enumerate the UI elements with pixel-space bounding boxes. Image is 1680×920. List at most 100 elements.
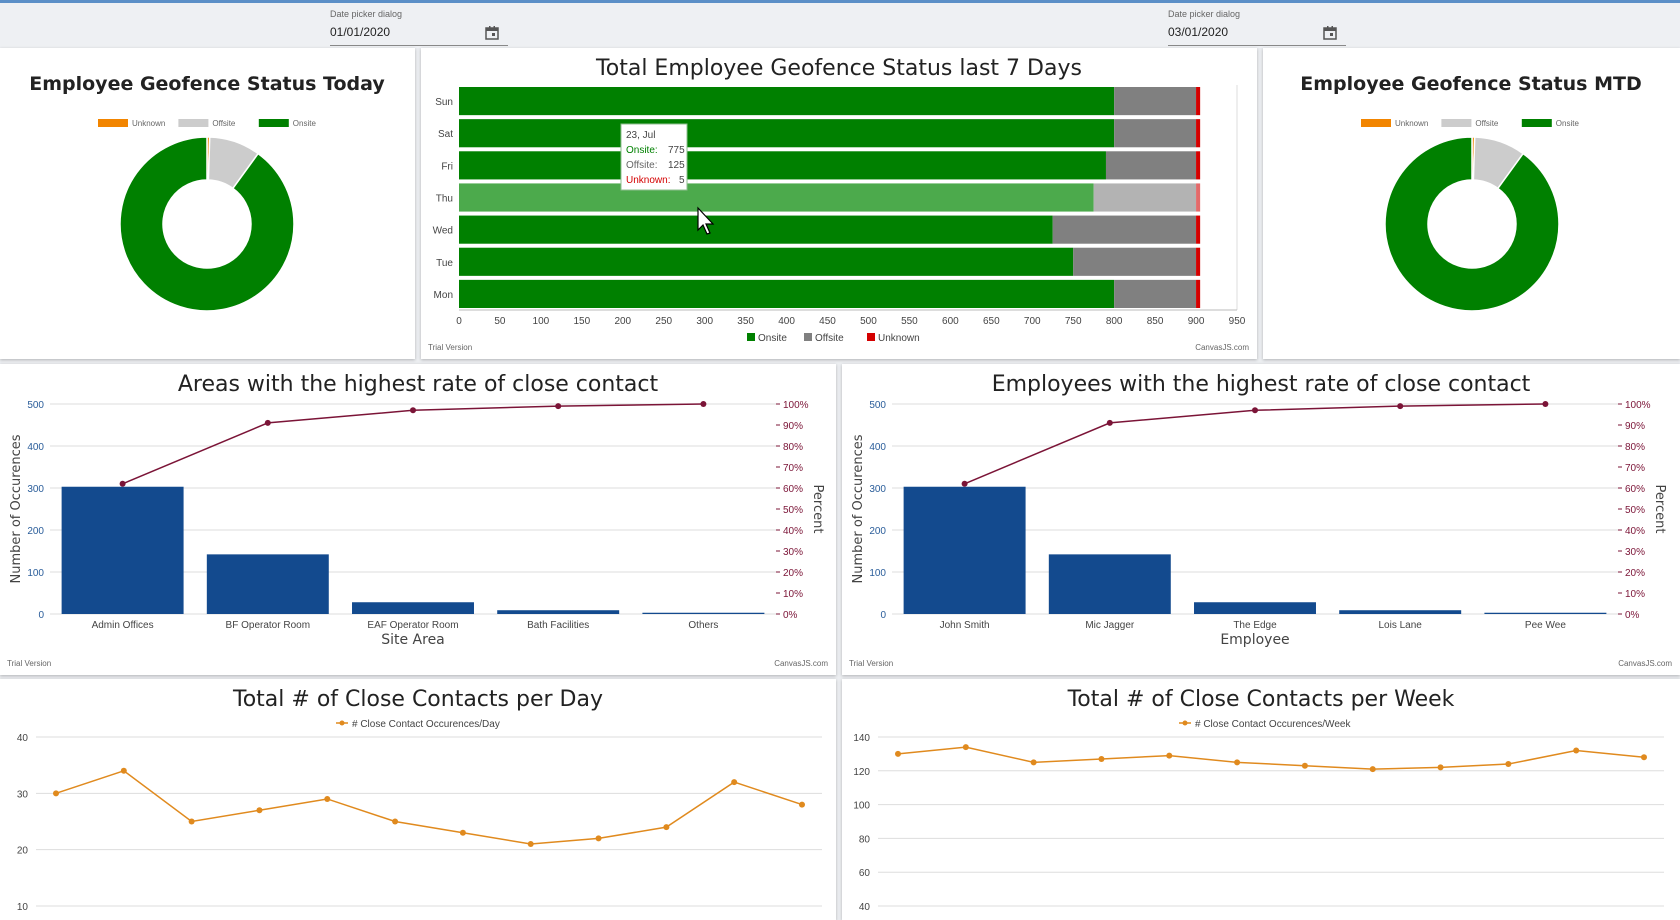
series-point[interactable] — [895, 750, 901, 757]
legend-label[interactable]: # Close Contact Occurences/Day — [352, 719, 500, 730]
pareto-point[interactable] — [264, 419, 271, 426]
bar-unknown-wed[interactable] — [1196, 215, 1201, 244]
pareto-point[interactable] — [1542, 401, 1549, 407]
pareto-point[interactable] — [1106, 419, 1113, 426]
bar-offsite-sat[interactable] — [1114, 119, 1197, 148]
series-point[interactable] — [1234, 759, 1241, 766]
series-point[interactable] — [962, 744, 969, 751]
employees-contact-card: Employees with the highest rate of close… — [842, 364, 1680, 675]
calendar-icon[interactable] — [1322, 25, 1338, 41]
bar[interactable] — [903, 486, 1026, 614]
x-tick-label: John Smith — [940, 620, 990, 631]
canvasjs-credit[interactable]: CanvasJS.com — [774, 659, 828, 668]
series-point[interactable] — [1098, 755, 1105, 762]
pareto-point[interactable] — [555, 403, 562, 410]
pareto-point[interactable] — [961, 480, 968, 487]
bar[interactable] — [352, 602, 474, 614]
bar[interactable] — [1484, 612, 1607, 614]
pareto-point[interactable] — [410, 407, 416, 414]
donut-slice-onsite[interactable] — [1384, 136, 1560, 312]
bar-unknown-fri[interactable] — [1196, 151, 1201, 180]
start-date-value[interactable]: 01/01/2020 — [330, 25, 390, 39]
series-point[interactable] — [188, 818, 195, 825]
donut-slice-onsite[interactable] — [119, 136, 295, 312]
series-point[interactable] — [1573, 747, 1580, 754]
bar[interactable] — [1048, 554, 1171, 614]
series-point[interactable] — [1166, 752, 1173, 759]
bar-onsite-tue[interactable] — [459, 247, 1074, 276]
areas-contact-plot[interactable]: 0 100 200 300 400 500 0% 10% 20% 30% 40% 50% 60% 70% 8… — [9, 400, 825, 648]
start-date-picker[interactable]: Date picker dialog 01/01/2020 — [330, 9, 508, 46]
bar[interactable] — [61, 486, 184, 614]
bar-unknown-thu[interactable] — [1196, 183, 1201, 212]
series-point[interactable] — [459, 829, 466, 836]
bar-unknown-sun[interactable] — [1196, 87, 1201, 116]
bar-unknown-tue[interactable] — [1196, 247, 1201, 276]
canvasjs-credit[interactable]: CanvasJS.com — [1618, 659, 1672, 668]
legend-label[interactable]: Offsite — [212, 119, 236, 128]
geofence-mtd-donut[interactable] — [1384, 136, 1560, 312]
contacts-day-plot[interactable]: 10 20 30 40 # Close Contact Occurences/Day — [17, 719, 822, 913]
series-point[interactable] — [1030, 759, 1037, 766]
legend-label[interactable]: # Close Contact Occurences/Week — [1195, 719, 1351, 730]
bar[interactable] — [642, 612, 765, 614]
legend-label[interactable]: Unknown — [132, 119, 165, 128]
series-point[interactable] — [595, 835, 602, 842]
bar[interactable] — [1194, 602, 1316, 614]
y-tick-label: 200 — [869, 526, 886, 537]
bar[interactable] — [1339, 610, 1462, 614]
geofence-7days-bars[interactable]: 0 50 100 150 200 250 300 350 400 450 500 550 600 650 7… — [433, 85, 1246, 327]
bar-offsite-mon[interactable] — [1114, 279, 1197, 308]
series-point[interactable] — [256, 807, 263, 814]
employees-contact-plot[interactable]: 0 100 200 300 400 500 0% 10% 20% 30% 40% 50% 60% 70% 8… — [851, 400, 1667, 648]
series-point[interactable] — [53, 790, 59, 797]
pareto-point[interactable] — [119, 480, 126, 487]
series-point[interactable] — [1505, 761, 1512, 768]
end-date-value[interactable]: 03/01/2020 — [1168, 25, 1228, 39]
series-point[interactable] — [1301, 762, 1308, 769]
legend-label[interactable]: Onsite — [293, 119, 317, 128]
bar-onsite-thu[interactable] — [459, 183, 1094, 212]
bar-offsite-thu[interactable] — [1093, 183, 1197, 212]
series-point[interactable] — [1437, 764, 1444, 771]
legend-label[interactable]: Unknown — [1395, 119, 1428, 128]
legend-label[interactable]: Offsite — [1475, 119, 1499, 128]
legend-label[interactable]: Onsite — [758, 333, 787, 344]
legend-label[interactable]: Onsite — [1556, 119, 1580, 128]
legend-label[interactable]: Offsite — [815, 333, 844, 344]
pareto-point[interactable] — [1252, 407, 1258, 414]
bar-onsite-mon[interactable] — [459, 279, 1115, 308]
pareto-point[interactable] — [1397, 403, 1404, 410]
series-point[interactable] — [799, 801, 805, 808]
bar[interactable] — [497, 610, 620, 614]
bar-onsite-wed[interactable] — [459, 215, 1053, 244]
series-point[interactable] — [527, 841, 534, 848]
series-point[interactable] — [392, 818, 399, 825]
series-point[interactable] — [1369, 766, 1376, 773]
y-tick-label: 30 — [17, 789, 29, 800]
series-point[interactable] — [1641, 754, 1647, 761]
series-point[interactable] — [324, 795, 331, 802]
legend-label[interactable]: Unknown — [878, 333, 920, 344]
series-point[interactable] — [731, 779, 738, 786]
bar-onsite-sat[interactable] — [459, 119, 1115, 148]
end-date-picker[interactable]: Date picker dialog 03/01/2020 — [1168, 9, 1346, 46]
canvasjs-credit[interactable]: CanvasJS.com — [1195, 343, 1249, 352]
bar-offsite-wed[interactable] — [1052, 215, 1197, 244]
bar-unknown-sat[interactable] — [1196, 119, 1201, 148]
calendar-icon[interactable] — [484, 25, 500, 41]
bar-onsite-fri[interactable] — [459, 151, 1106, 180]
contacts-week-card: Total # of Close Contacts per Week 40 60 8… — [842, 679, 1680, 920]
series-point[interactable] — [120, 767, 127, 774]
bar-offsite-sun[interactable] — [1114, 87, 1197, 116]
geofence-today-donut[interactable] — [119, 136, 295, 312]
bar[interactable] — [206, 554, 329, 614]
bar-offsite-fri[interactable] — [1105, 151, 1197, 180]
geofence-mtd-card: Employee Geofence Status MTD Unknown Offs… — [1263, 48, 1680, 359]
bar-offsite-tue[interactable] — [1073, 247, 1197, 276]
bar-unknown-mon[interactable] — [1196, 279, 1201, 308]
series-point[interactable] — [663, 824, 670, 831]
bar-onsite-sun[interactable] — [459, 87, 1115, 116]
contacts-week-plot[interactable]: 40 60 80 100 120 140 # Close Contact Occurence… — [853, 719, 1664, 913]
pareto-point[interactable] — [700, 401, 707, 407]
